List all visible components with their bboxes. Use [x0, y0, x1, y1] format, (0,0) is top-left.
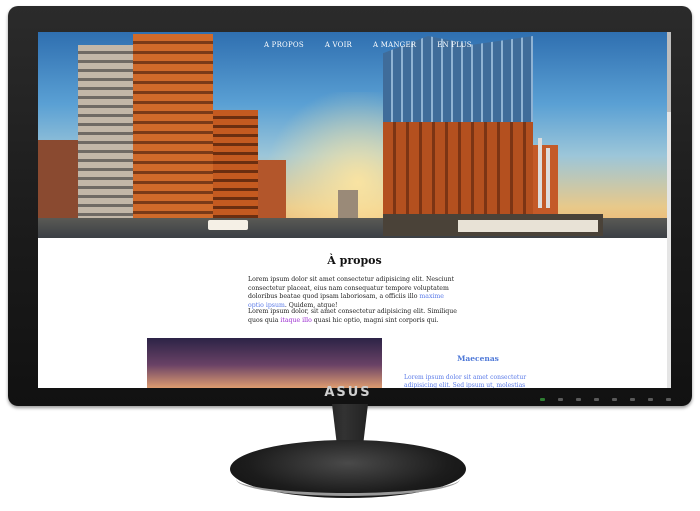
about-heading: À propos — [327, 254, 382, 267]
browser-viewport: A PROPOS A VOIR A MANGER EN PLUS À propo… — [38, 32, 671, 388]
monitor-button[interactable] — [648, 398, 653, 401]
nav-item-a-manger[interactable]: A MANGER — [373, 41, 416, 49]
building — [133, 34, 213, 220]
about-paragraph-1: Lorem ipsum dolor sit amet consectetur a… — [248, 276, 458, 310]
quay-wall — [458, 220, 598, 232]
monitor-base-rim — [236, 462, 460, 496]
scrollbar[interactable] — [667, 32, 671, 388]
brand-logo: ASUS — [324, 385, 372, 400]
monitor-buttons — [540, 398, 671, 401]
top-nav: A PROPOS A VOIR A MANGER EN PLUS — [264, 41, 472, 49]
monitor-button[interactable] — [558, 398, 563, 401]
hero-banner: A PROPOS A VOIR A MANGER EN PLUS — [38, 32, 671, 238]
monitor-button[interactable] — [630, 398, 635, 401]
chimney — [538, 138, 542, 208]
nav-item-a-propos[interactable]: A PROPOS — [264, 41, 304, 49]
about-p2-text-b: quasi hic optio, magni sint corporis qui… — [311, 316, 439, 324]
monitor-button[interactable] — [576, 398, 581, 401]
monitor-button[interactable] — [612, 398, 617, 401]
building — [213, 110, 258, 220]
power-led — [540, 398, 545, 401]
chimney — [546, 148, 550, 208]
building — [258, 160, 286, 220]
sunset-photo — [147, 338, 382, 388]
boat — [208, 220, 248, 230]
about-p2-link[interactable]: itaque illo — [280, 317, 311, 324]
nav-item-a-voir[interactable]: A VOIR — [325, 41, 352, 49]
building — [383, 110, 533, 220]
about-paragraph-2: Lorem ipsum dolor, sit amet consectetur … — [248, 308, 458, 325]
building — [338, 190, 358, 220]
side-text: Lorem ipsum dolor sit amet consectetur a… — [404, 374, 527, 388]
monitor-button[interactable] — [666, 398, 671, 401]
scrollbar-thumb[interactable] — [667, 32, 671, 112]
building — [38, 140, 78, 220]
monitor-frame: A PROPOS A VOIR A MANGER EN PLUS À propo… — [8, 6, 692, 406]
monitor-button[interactable] — [594, 398, 599, 401]
building — [78, 45, 138, 220]
nav-item-en-plus[interactable]: EN PLUS — [437, 41, 472, 49]
side-heading: Maecenas — [457, 354, 499, 363]
